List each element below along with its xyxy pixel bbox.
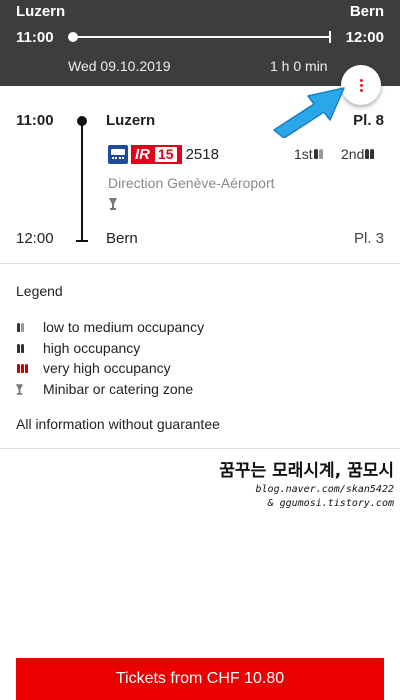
minibar-icon	[16, 383, 40, 395]
train-direction: Direction Genève-Aéroport	[108, 175, 275, 191]
minibar-icon	[109, 198, 117, 210]
occupancy-very-high-icon	[16, 363, 40, 373]
person-icon	[21, 363, 24, 373]
section-divider	[0, 448, 400, 449]
train-category: IR	[135, 145, 153, 163]
header-to-station: Bern	[349, 3, 384, 20]
departure-platform: Pl. 8	[353, 112, 384, 129]
tickets-button[interactable]: Tickets from CHF 10.80	[16, 658, 384, 700]
second-class-occupancy: 2nd	[341, 146, 375, 162]
header-from-station: Luzern	[16, 3, 66, 20]
minibar-glyph	[16, 383, 23, 395]
occupancy-person-icon	[365, 149, 370, 159]
person-icon	[17, 343, 20, 353]
first-class-label: 1st	[294, 146, 313, 162]
person-icon	[17, 322, 20, 332]
watermark-url-1: blog.naver.com/skan5422	[255, 484, 394, 495]
journey-timeline	[73, 36, 331, 38]
disclaimer-text: All information without guarantee	[16, 416, 220, 432]
legend-label: very high occupancy	[43, 360, 171, 376]
journey-duration: 1 h 0 min	[270, 58, 328, 74]
header-departure-time: 11:00	[16, 29, 54, 46]
journey-date: Wed 09.10.2019	[68, 58, 171, 74]
legend-item: Minibar or catering zone	[16, 380, 193, 398]
person-icon	[25, 363, 28, 373]
route-end-marker	[76, 240, 88, 242]
train-number: 2518	[185, 145, 219, 163]
header-arrival-time: 12:00	[345, 29, 384, 46]
legend-title: Legend	[16, 283, 63, 299]
second-class-label: 2nd	[341, 146, 365, 162]
arrival-platform: Pl. 3	[353, 230, 384, 247]
legend-item: high occupancy	[16, 339, 140, 357]
occupancy-person-icon	[318, 149, 323, 159]
occupancy-person-icon	[313, 149, 318, 159]
train-info[interactable]: IR 15 2518	[108, 144, 219, 164]
watermark-url-2: & ggumosi.tistory.com	[267, 498, 394, 509]
legend-label: low to medium occupancy	[43, 319, 205, 335]
more-vertical-icon	[359, 78, 363, 82]
journey-header: Luzern Bern 11:00 12:00 Wed 09.10.2019 1…	[0, 0, 400, 86]
legend-item: very high occupancy	[16, 359, 171, 377]
departure-time: 11:00	[16, 112, 54, 129]
journey-start-dot	[68, 32, 78, 42]
occupancy-person-icon	[370, 149, 375, 159]
route-line	[81, 121, 83, 241]
blog-watermark: 꿈꾸는 모래시계, 꿈모시 blog.naver.com/skan5422 & …	[184, 456, 394, 516]
train-line: 15	[155, 146, 177, 162]
train-icon	[108, 144, 128, 164]
watermark-title: 꿈꾸는 모래시계, 꿈모시	[219, 461, 394, 481]
person-icon	[21, 322, 24, 332]
connection-section: 11:00 Luzern Pl. 8 IR 15 2518 1st 2nd Di…	[0, 86, 400, 264]
occupancy-low-icon	[16, 322, 40, 332]
person-icon	[21, 343, 24, 353]
arrival-time: 12:00	[16, 230, 54, 247]
first-class-occupancy: 1st	[294, 146, 323, 162]
legend-item: low to medium occupancy	[16, 318, 204, 336]
legend-label: Minibar or catering zone	[43, 381, 194, 397]
journey-end-marker	[329, 31, 331, 43]
departure-station[interactable]: Luzern	[106, 112, 155, 129]
arrival-station[interactable]: Bern	[106, 230, 138, 247]
occupancy-high-icon	[16, 343, 40, 353]
train-line-badge: IR 15	[131, 144, 182, 164]
legend-label: high occupancy	[43, 340, 141, 356]
person-icon	[17, 363, 20, 373]
